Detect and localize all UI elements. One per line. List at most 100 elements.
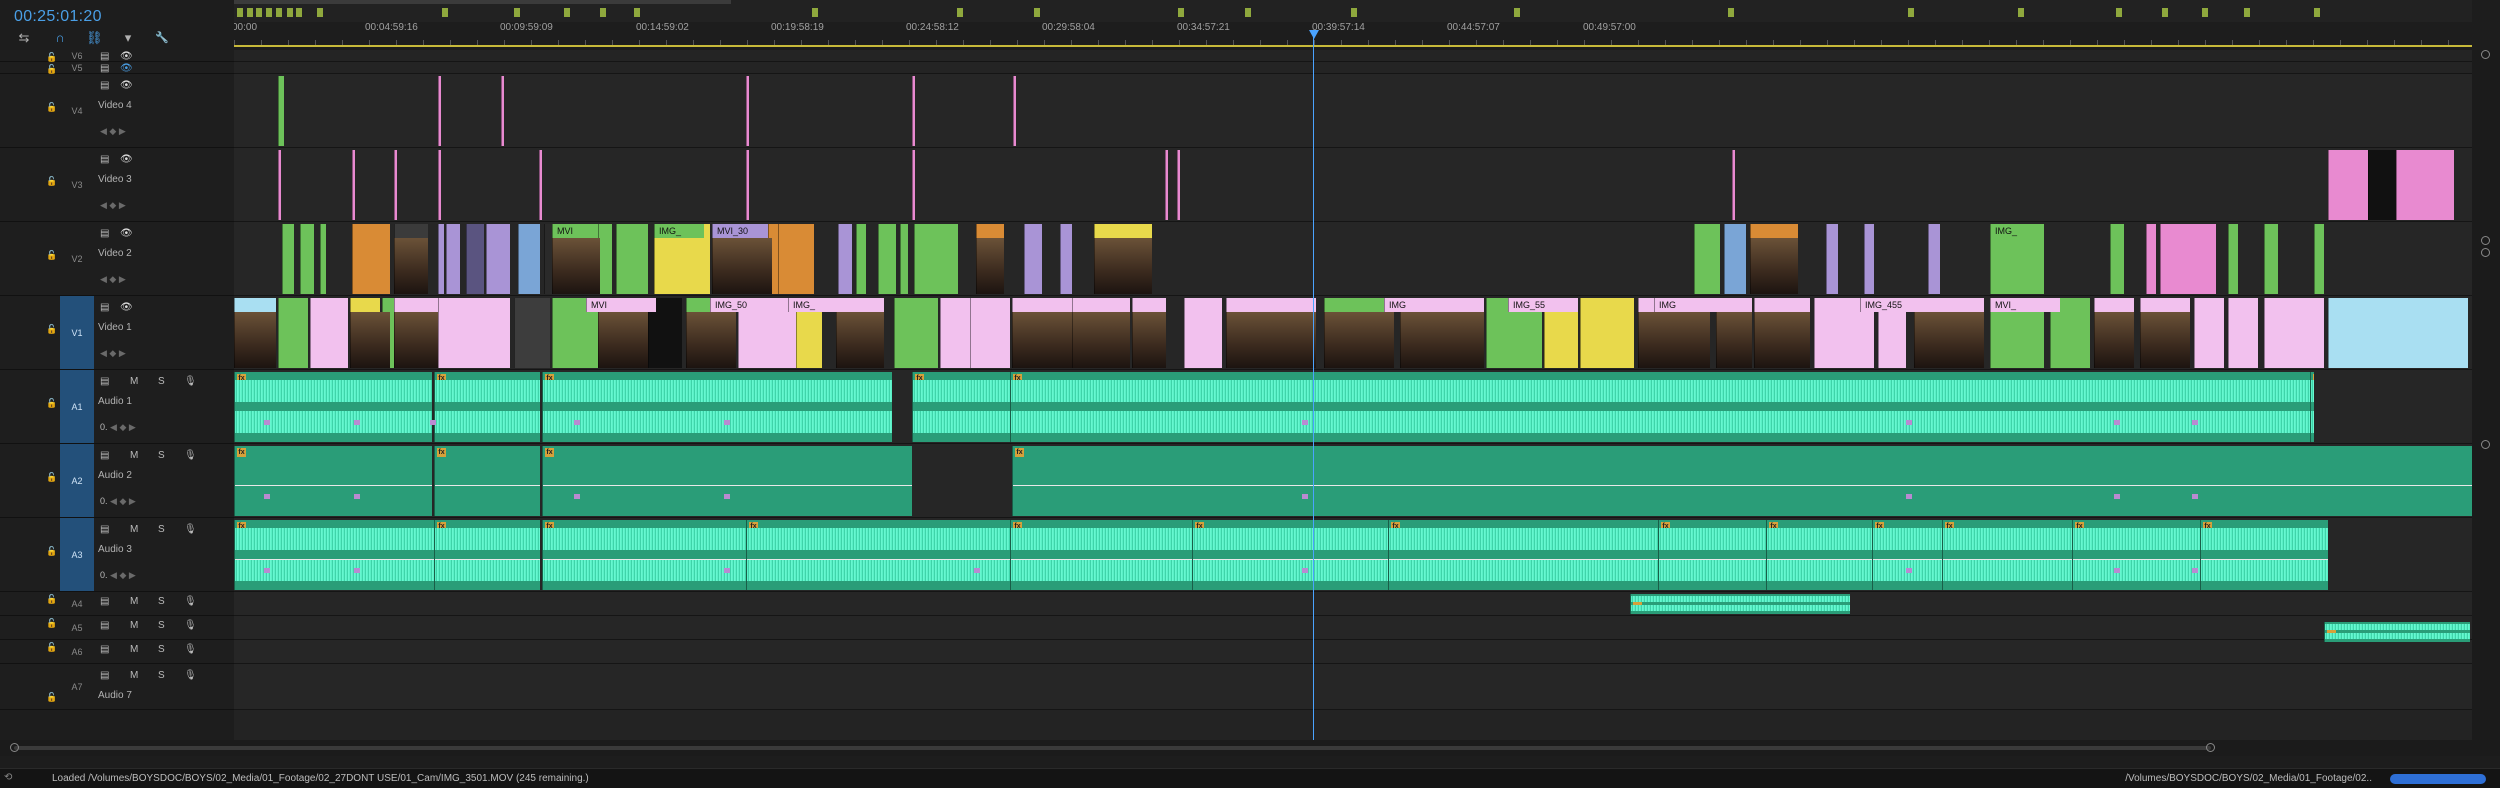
v1-clip[interactable] — [940, 298, 970, 368]
time-ruler[interactable]: 00:00 00:04:59:16 00:09:59:09 00:14:59:02 00… — [234, 0, 2472, 50]
video-thumbnail-clip[interactable] — [394, 312, 438, 368]
v2-clip[interactable] — [900, 224, 908, 294]
lane-v6[interactable] — [234, 50, 2472, 62]
playhead-handle[interactable] — [1309, 30, 1319, 39]
v2-clip-label[interactable]: IMG_ — [654, 224, 704, 238]
track-target-v5[interactable]: V5 — [60, 62, 94, 73]
eye-icon[interactable]: 👁 — [120, 80, 133, 91]
snap-icon[interactable]: ∩ — [52, 31, 68, 45]
track-name[interactable]: Video 4 — [98, 100, 132, 111]
video-thumbnail-clip[interactable] — [1750, 238, 1798, 294]
lock-icon[interactable]: 🔓 — [46, 594, 57, 605]
v2-clip[interactable] — [300, 224, 314, 294]
eye-icon[interactable]: 👁 — [120, 228, 133, 239]
v2-clip[interactable] — [2314, 224, 2324, 294]
track-target-a3[interactable]: A3 — [60, 518, 94, 591]
keyframe-nav[interactable]: 0. ◀ ◆ ▶ — [100, 570, 136, 581]
v2-clip[interactable] — [878, 224, 896, 294]
sequence-marker[interactable] — [957, 8, 963, 17]
a1-clip[interactable]: fx — [1010, 372, 2310, 442]
sequence-marker[interactable] — [296, 8, 302, 17]
a2-clip[interactable]: fx — [542, 446, 912, 516]
lane-v5[interactable] — [234, 62, 2472, 74]
sequence-marker[interactable] — [564, 8, 570, 17]
mute-button[interactable]: M — [130, 596, 138, 607]
eye-icon[interactable]: 👁 — [120, 63, 133, 74]
a2-clip[interactable]: fx — [434, 446, 540, 516]
v4-clip[interactable] — [912, 76, 915, 146]
keyframe-marker[interactable] — [430, 420, 436, 425]
v1-clip[interactable] — [438, 298, 510, 368]
v1-clip[interactable] — [310, 298, 348, 368]
keyframe-nav[interactable]: ◀ ◆ ▶ — [100, 274, 126, 285]
v3-clip[interactable] — [394, 150, 397, 220]
mute-button[interactable]: M — [130, 376, 138, 387]
lane-a5[interactable] — [234, 616, 2472, 640]
voiceover-mic-icon[interactable]: 🎙 — [184, 450, 197, 461]
toggle-sync-icon[interactable]: ▤ — [100, 524, 109, 535]
voiceover-mic-icon[interactable]: 🎙 — [184, 670, 197, 681]
keyframe-marker[interactable] — [574, 420, 580, 425]
lock-icon[interactable]: 🔓 — [46, 176, 57, 187]
keyframe-marker[interactable] — [724, 568, 730, 573]
solo-button[interactable]: S — [158, 670, 165, 681]
track-target-v2[interactable]: V2 — [60, 222, 94, 295]
v1-clip-label[interactable]: MVI — [586, 298, 656, 312]
voiceover-mic-icon[interactable]: 🎙 — [184, 596, 197, 607]
sequence-marker[interactable] — [2314, 8, 2320, 17]
keyframe-marker[interactable] — [2114, 568, 2120, 573]
track-name[interactable]: Audio 7 — [98, 690, 132, 701]
voiceover-mic-icon[interactable]: 🎙 — [184, 524, 197, 535]
lock-icon[interactable]: 🔓 — [46, 472, 57, 483]
eye-icon[interactable]: 👁 — [120, 154, 133, 165]
track-name[interactable]: Audio 3 — [98, 544, 132, 555]
track-target-a7[interactable]: A7 — [60, 664, 94, 709]
volume-rubber-band[interactable] — [1767, 559, 1872, 560]
v3-clip[interactable] — [278, 150, 281, 220]
toggle-sync-icon[interactable]: ▤ — [100, 80, 109, 91]
v4-clip[interactable] — [746, 76, 749, 146]
v2-clip[interactable] — [438, 224, 444, 294]
volume-rubber-band[interactable] — [1389, 559, 1658, 560]
v1-clip[interactable] — [2328, 298, 2468, 368]
v1-clip-label[interactable]: IMG_ — [788, 298, 858, 312]
keyframe-marker[interactable] — [2192, 420, 2198, 425]
vscroll-top-handle[interactable] — [2481, 50, 2490, 59]
track-name[interactable]: Video 2 — [98, 248, 132, 259]
v1-clip[interactable] — [970, 298, 1010, 368]
keyframe-nav[interactable]: 0. ◀ ◆ ▶ — [100, 422, 136, 433]
hscroll-left-handle[interactable] — [10, 743, 19, 752]
solo-button[interactable]: S — [158, 620, 165, 631]
volume-rubber-band[interactable] — [235, 559, 434, 560]
v2-clip-label[interactable]: IMG_ — [1990, 224, 2044, 238]
lane-v3[interactable] — [234, 148, 2472, 222]
sequence-marker[interactable] — [2244, 8, 2250, 17]
track-target-a1[interactable]: A1 — [60, 370, 94, 443]
toggle-sync-icon[interactable]: ▤ — [100, 228, 109, 239]
track-name[interactable]: Video 1 — [98, 322, 132, 333]
keyframe-marker[interactable] — [264, 568, 270, 573]
keyframe-arrows[interactable]: ◀ ◆ ▶ — [108, 496, 136, 506]
mute-button[interactable]: M — [130, 450, 138, 461]
a3-clip[interactable]: fx — [1010, 520, 1192, 590]
lock-icon[interactable]: 🔓 — [46, 324, 57, 335]
v3-clip[interactable] — [438, 150, 441, 220]
sequence-marker[interactable] — [600, 8, 606, 17]
lane-a7[interactable] — [234, 664, 2472, 710]
keyframe-arrows[interactable]: ◀ ◆ ▶ — [108, 570, 136, 580]
sequence-marker[interactable] — [256, 8, 262, 17]
volume-rubber-band[interactable] — [2201, 559, 2328, 560]
a5-clip[interactable]: fx — [2324, 622, 2470, 642]
v2-clip[interactable] — [856, 224, 866, 294]
solo-button[interactable]: S — [158, 644, 165, 655]
video-thumbnail-clip[interactable] — [1754, 312, 1810, 368]
v2-clip[interactable] — [2228, 224, 2238, 294]
keyframe-marker[interactable] — [354, 420, 360, 425]
sequence-marker[interactable] — [317, 8, 323, 17]
track-target-a4[interactable]: A4 — [60, 592, 94, 615]
a3-clip[interactable]: fx — [1942, 520, 2072, 590]
v2-clip[interactable] — [1724, 224, 1746, 294]
keyframe-marker[interactable] — [2114, 420, 2120, 425]
v1-clip[interactable] — [1580, 298, 1634, 368]
work-area-bar[interactable] — [234, 0, 731, 4]
